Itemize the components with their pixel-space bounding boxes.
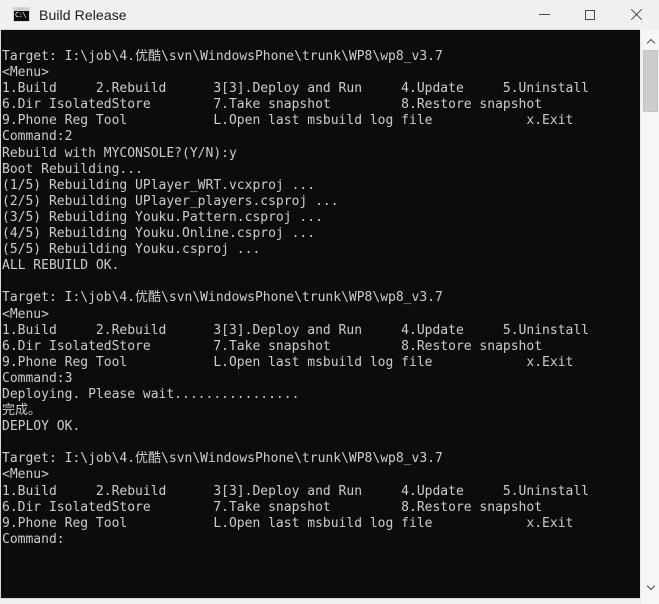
console-line: <Menu> [2,306,49,322]
console-line: 1.Build 2.Rebuild 3[3].Deploy and Run 4.… [2,483,589,499]
console-line: 9.Phone Reg Tool L.Open last msbuild log… [2,515,574,531]
window-title: Build Release [39,6,127,23]
close-button[interactable] [613,0,659,29]
console-line: 完成。 [2,403,42,419]
console-line: 6.Dir IsolatedStore 7.Take snapshot 8.Re… [2,499,543,515]
console-line: 1.Build 2.Rebuild 3[3].Deploy and Run 4.… [2,322,589,338]
scroll-down-button[interactable] [642,578,659,595]
minimize-icon [538,14,550,15]
console-window: C:\ Build Release Target: I:\job\4.优酷\sv… [0,0,659,604]
chevron-up-icon [647,38,654,45]
console-line: Rebuild with MYCONSOLE?(Y/N):y [2,145,237,161]
console-line: (2/5) Rebuilding UPlayer_players.csproj … [2,193,339,209]
console-line: Command:2 [2,129,73,145]
scroll-up-button[interactable] [642,33,659,50]
console-scrollbar[interactable] [641,29,659,604]
console-line: 9.Phone Reg Tool L.Open last msbuild log… [2,113,574,129]
console-line: <Menu> [2,467,49,483]
console-line: 1.Build 2.Rebuild 3[3].Deploy and Run 4.… [2,81,589,97]
console-line: Target: I:\job\4.优酷\svn\WindowsPhone\tru… [2,290,443,306]
console-icon-prompt-text: C:\ [15,11,27,19]
client-area: Target: I:\job\4.优酷\svn\WindowsPhone\tru… [0,29,659,604]
console-output-text: Target: I:\job\4.优酷\svn\WindowsPhone\tru… [2,49,638,548]
console-line: 6.Dir IsolatedStore 7.Take snapshot 8.Re… [2,338,543,354]
scrollbar-thumb[interactable] [643,50,658,112]
console-line: ALL REBUILD OK. [2,258,120,274]
console-line: <Menu> [2,65,49,81]
console-line: Command:3 [2,370,73,386]
console-icon: C:\ [13,7,30,22]
close-icon [630,8,643,21]
console-line: Command: [2,531,65,547]
console-line: Boot Rebuilding... [2,161,143,177]
console-line: (3/5) Rebuilding Youku.Pattern.csproj ..… [2,209,323,225]
window-controls [521,0,659,29]
console-line: Deploying. Please wait................ [2,386,300,402]
console-line: 6.Dir IsolatedStore 7.Take snapshot 8.Re… [2,97,543,113]
console-line: Target: I:\job\4.优酷\svn\WindowsPhone\tru… [2,49,443,64]
chevron-down-icon [647,583,654,590]
console-bottom-edge [0,599,641,604]
console-output-panel[interactable]: Target: I:\job\4.优酷\svn\WindowsPhone\tru… [0,29,640,599]
console-line: DEPLOY OK. [2,419,81,435]
scrollbar-track[interactable] [642,50,659,578]
title-bar[interactable]: C:\ Build Release [0,0,659,29]
console-line: (4/5) Rebuilding Youku.Online.csproj ... [2,226,316,242]
console-line: (1/5) Rebuilding UPlayer_WRT.vcxproj ... [2,177,316,193]
maximize-button[interactable] [567,0,613,29]
console-line: Target: I:\job\4.优酷\svn\WindowsPhone\tru… [2,451,443,467]
console-line: 9.Phone Reg Tool L.Open last msbuild log… [2,354,574,370]
console-line: (5/5) Rebuilding Youku.csproj ... [2,242,261,258]
maximize-icon [585,9,595,20]
minimize-button[interactable] [521,0,567,29]
